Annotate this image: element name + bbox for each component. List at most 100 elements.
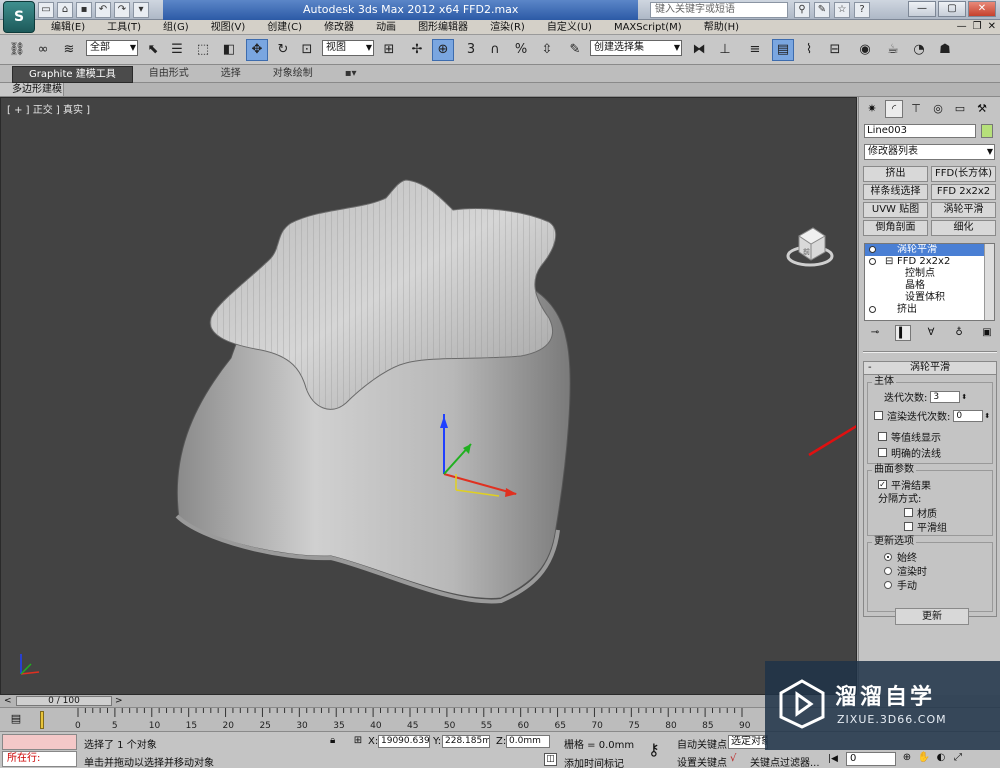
pivot-center-icon[interactable]: ⊞ <box>378 39 400 61</box>
explicit-normals-checkbox[interactable] <box>878 448 887 457</box>
modifier-list-dropdown[interactable]: 修改器列表 <box>864 144 995 160</box>
stack-item[interactable]: 晶格 <box>865 280 994 292</box>
help-icon[interactable]: ? <box>854 2 870 18</box>
select-rotate-icon[interactable]: ↻ <box>272 39 294 61</box>
bulb-icon[interactable] <box>869 246 876 253</box>
redo-icon[interactable]: ↷ <box>114 2 130 18</box>
tab-object-paint[interactable]: 对象绘制 <box>257 66 329 83</box>
y-coordinate-field[interactable]: 228.185mm <box>442 735 490 748</box>
materials-checkbox[interactable] <box>904 508 913 517</box>
bulb-icon[interactable] <box>869 306 876 313</box>
render-setup-icon[interactable]: ☕ <box>882 39 904 61</box>
spline-select-button[interactable]: 样条线选择 <box>863 184 928 200</box>
schematic-view-icon[interactable]: ⊟ <box>824 39 846 61</box>
spinner-snap-icon[interactable]: ⇳ <box>536 39 558 61</box>
motion-tab-icon[interactable]: ◎ <box>929 100 947 118</box>
create-tab-icon[interactable]: ✷ <box>863 100 881 118</box>
set-key-button[interactable]: 设置关键点 <box>677 754 727 768</box>
bevel-profile-button[interactable]: 倒角剖面 <box>863 220 928 236</box>
select-scale-icon[interactable]: ⊡ <box>296 39 318 61</box>
more-icon[interactable]: ▾ <box>133 2 149 18</box>
menu-maxscript[interactable]: MAXScript(M) <box>603 21 693 34</box>
time-slider-thumb[interactable]: 0 / 100 <box>16 696 112 706</box>
tools-icon[interactable]: ✎ <box>814 2 830 18</box>
expand-icon[interactable]: ⊟ <box>885 256 893 268</box>
smoothing-groups-checkbox[interactable] <box>904 522 913 531</box>
rollout-header[interactable]: - 涡轮平滑 <box>864 362 996 375</box>
search-input[interactable]: 键入关键字或短语 <box>650 2 788 18</box>
mirror-icon[interactable]: ⧓ <box>688 39 710 61</box>
select-object-icon[interactable]: ⬉ <box>142 39 164 61</box>
snap-toggle-icon[interactable]: 3 <box>460 39 482 61</box>
menu-modifiers[interactable]: 修改器 <box>313 21 365 34</box>
edit-named-sets-icon[interactable]: ✎ <box>564 39 586 61</box>
uvw-map-button[interactable]: UVW 贴图 <box>863 202 928 218</box>
bind-spacewarp-icon[interactable]: ≋ <box>58 39 80 61</box>
smooth-result-checkbox[interactable]: ✓ <box>878 480 887 489</box>
tessellate-button[interactable]: 细化 <box>931 220 996 236</box>
maxscript-line-label[interactable]: 所在行: <box>2 751 77 767</box>
tab-selection[interactable]: 选择 <box>205 66 257 83</box>
mini-curve-editor-icon[interactable]: ▤ <box>8 711 24 727</box>
object-color-swatch[interactable] <box>981 124 993 138</box>
maximize-viewport-icon[interactable]: ⤢ <box>951 751 965 765</box>
menu-help[interactable]: 帮助(H) <box>693 21 750 34</box>
render-production-icon[interactable]: ☗ <box>934 39 956 61</box>
viewport-label[interactable]: [ + ] 正交 ] 真实 ] <box>7 101 90 116</box>
tab-freeform[interactable]: 自由形式 <box>133 66 205 83</box>
material-editor-icon[interactable]: ◉ <box>854 39 876 61</box>
graphite-toggle-icon[interactable]: ▤ <box>772 39 794 61</box>
ffd-2x2x2-button[interactable]: FFD 2x2x2 <box>931 184 996 200</box>
maxscript-listener[interactable] <box>2 734 77 750</box>
current-frame-field[interactable]: 0 <box>846 752 896 766</box>
always-radio[interactable] <box>884 552 892 561</box>
stack-item[interactable]: 挤出 <box>865 304 994 316</box>
menu-animation[interactable]: 动画 <box>365 21 407 34</box>
spinner-arrows-icon[interactable]: ⬍ <box>961 393 967 401</box>
unlink-icon[interactable]: ∞ <box>32 39 54 61</box>
update-button[interactable]: 更新 <box>895 608 969 625</box>
extrude-button[interactable]: 挤出 <box>863 166 928 182</box>
menu-restore-icon[interactable]: ❐ <box>973 21 982 32</box>
perspective-viewport[interactable]: [ + ] 正交 ] 真实 ] 前 <box>0 97 857 695</box>
display-tab-icon[interactable]: ▭ <box>951 100 969 118</box>
new-file-icon[interactable]: ▭ <box>38 2 54 18</box>
z-coordinate-field[interactable]: 0.0mm <box>506 735 550 748</box>
turbosmooth-button[interactable]: 涡轮平滑 <box>931 202 996 218</box>
selected-set-dropdown[interactable]: 选定对象 <box>728 735 768 749</box>
stack-item[interactable]: 控制点 <box>865 268 994 280</box>
rendered-frame-icon[interactable]: ◔ <box>908 39 930 61</box>
ffd-box-button[interactable]: FFD(长方体) <box>931 166 996 182</box>
auto-key-button[interactable]: 自动关键点 <box>677 736 727 751</box>
reference-coordinate-dropdown[interactable]: 视图 <box>322 40 374 56</box>
viewcube-icon[interactable]: 前 <box>785 224 835 270</box>
render-iters-spinner[interactable]: 0 <box>953 409 984 422</box>
select-manipulate-icon[interactable]: ✢ <box>406 39 428 61</box>
menu-graph-editors[interactable]: 图形编辑器 <box>407 21 479 34</box>
link-icon[interactable]: ⛓ <box>6 39 28 61</box>
time-prev-icon[interactable]: < <box>4 696 12 706</box>
selection-filter-dropdown[interactable]: 全部 <box>86 40 138 56</box>
rectangle-selection-icon[interactable]: ⬚ <box>192 39 214 61</box>
stack-scrollbar[interactable] <box>984 244 994 320</box>
when-rendering-radio[interactable] <box>884 566 892 575</box>
spinner-arrows-icon[interactable]: ⬍ <box>984 412 990 420</box>
tab-graphite-modeling[interactable]: Graphite 建模工具 <box>12 66 133 83</box>
remove-modifier-icon[interactable]: ♁ <box>951 325 967 341</box>
menu-minimize-icon[interactable]: — <box>957 21 967 32</box>
pan-icon[interactable]: ✋ <box>917 751 931 765</box>
absolute-mode-icon[interactable]: ⊞ <box>351 734 365 748</box>
menu-views[interactable]: 视图(V) <box>200 21 257 34</box>
menu-tools[interactable]: 工具(T) <box>96 21 152 34</box>
go-to-start-icon[interactable]: |◀ <box>828 754 838 764</box>
stack-item[interactable]: 涡轮平滑 <box>865 244 994 256</box>
set-key-icon[interactable]: ⚷ <box>648 740 660 759</box>
undo-icon[interactable]: ↶ <box>95 2 111 18</box>
iterations-spinner[interactable]: 3 <box>930 390 961 403</box>
collapse-icon[interactable]: - <box>868 362 872 374</box>
configure-sets-icon[interactable]: ▣ <box>979 325 995 341</box>
add-time-tag[interactable]: 添加时间标记 <box>564 755 624 768</box>
make-unique-icon[interactable]: ∀ <box>923 325 939 341</box>
window-crossing-icon[interactable]: ◧ <box>218 39 240 61</box>
lock-selection-icon[interactable]: 🔒︎ <box>330 735 335 746</box>
